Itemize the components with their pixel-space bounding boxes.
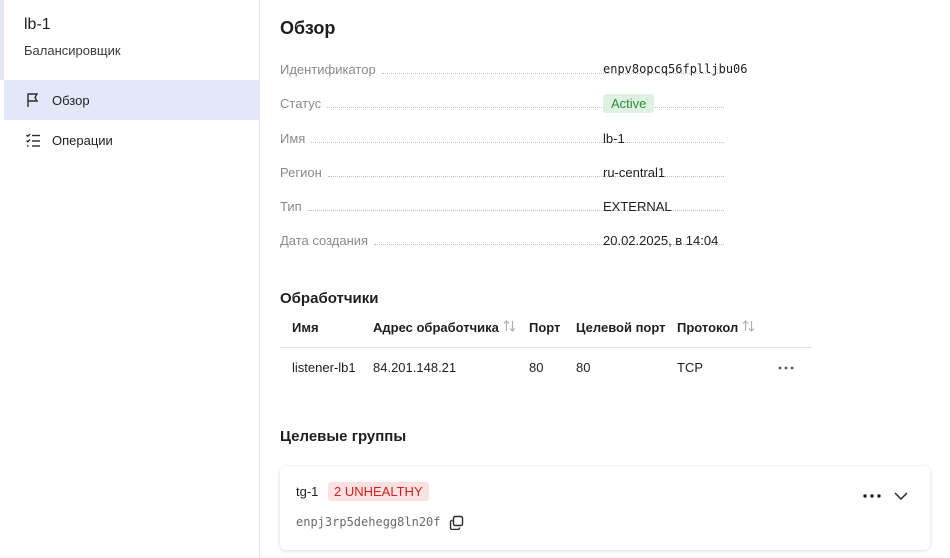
resource-name: lb-1 [24,16,51,33]
sidebar-item-overview[interactable]: Обзор [4,80,259,120]
field-key: Дата создания [280,232,369,248]
field-key: Идентификатор [280,61,376,77]
listeners-title: Обработчики [280,290,379,307]
target-group-id: enpj3rp5dehegg8ln20f [296,515,441,529]
column-header-port: Порт [529,320,561,335]
field-type: Тип EXTERNAL [280,196,730,216]
column-header-target-port: Целевой порт [576,320,666,335]
cell-address: 84.201.148.21 [373,360,457,375]
chevron-down-icon[interactable] [890,485,912,507]
field-name: Имя lb-1 [280,128,730,148]
flag-icon [24,91,42,109]
column-header-name: Имя [292,320,319,335]
field-status: Статус Active [280,93,730,113]
page-title: Обзор [280,18,336,38]
cell-protocol: TCP [677,360,703,375]
table-divider [280,347,812,348]
more-icon[interactable] [860,484,884,508]
sidebar-item-label: Операции [52,132,113,148]
status-badge: Active [603,93,655,113]
field-key: Тип [280,198,302,214]
copy-icon[interactable] [446,512,466,532]
checklist-icon [24,131,42,149]
sidebar: lb-1 Балансировщик Обзор Операции [0,0,260,558]
status-badge: 2 UNHEALTHY [328,482,429,501]
leader-dots [311,141,724,143]
sidebar-item-operations[interactable]: Операции [4,120,259,160]
resource-type: Балансировщик [24,43,121,58]
field-key: Регион [280,164,322,180]
sort-icon[interactable] [503,320,516,335]
column-header-address[interactable]: Адрес обработчика [373,320,516,335]
sidebar-accent [0,0,4,80]
main-content: Обзор Идентификатор enpv8opcq56fplljbu06… [261,0,950,558]
resource-id-value: enpv8opcq56fplljbu06 [603,62,748,76]
cell-port: 80 [529,360,544,375]
column-header-protocol[interactable]: Протокол [677,320,755,335]
created-value: 20.02.2025, в 14:04 [603,232,719,248]
leader-dots [327,106,724,108]
cell-name: listener-lb1 [292,360,356,375]
target-group-card[interactable]: tg-1 2 UNHEALTHY enpj3rp5dehegg8ln20f [280,466,930,550]
type-value: EXTERNAL [603,198,672,214]
sort-icon[interactable] [742,320,755,335]
field-id: Идентификатор enpv8opcq56fplljbu06 [280,59,748,79]
region-value: ru-central1 [603,164,666,180]
sidebar-item-label: Обзор [52,92,90,108]
target-group-name: tg-1 [296,484,319,499]
field-created: Дата создания 20.02.2025, в 14:04 [280,230,730,250]
field-key: Имя [280,130,306,146]
field-key: Статус [280,95,322,111]
more-icon[interactable] [774,356,798,380]
cell-target-port: 80 [576,360,591,375]
field-region: Регион ru-central1 [280,162,730,182]
target-groups-title: Целевые группы [280,428,407,445]
name-value: lb-1 [603,130,625,146]
